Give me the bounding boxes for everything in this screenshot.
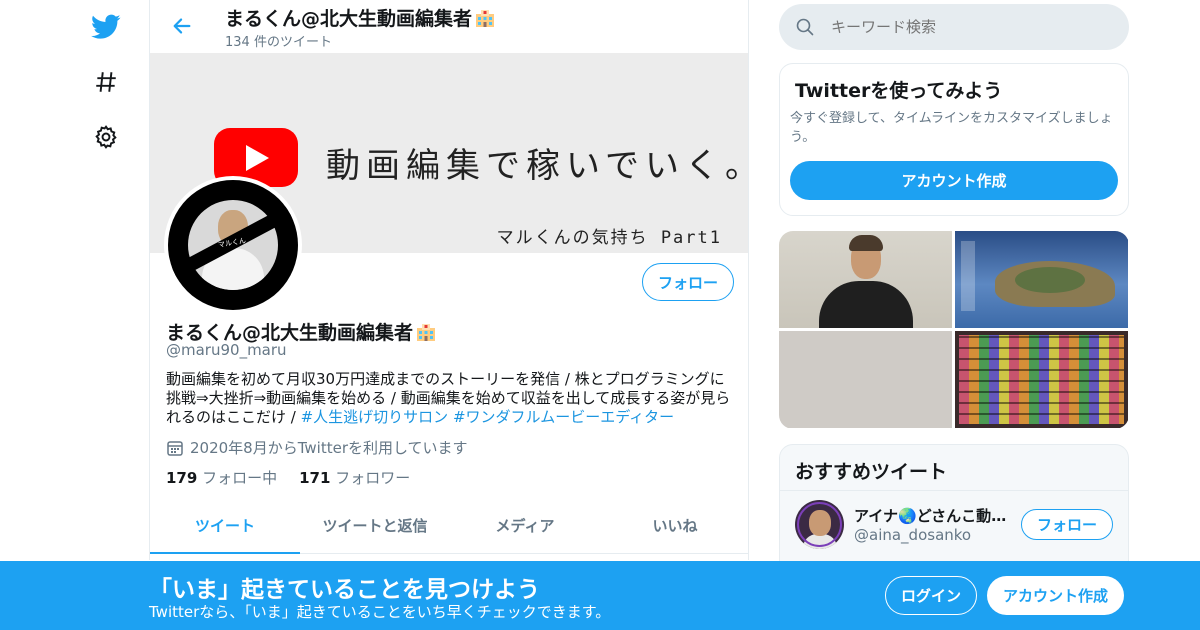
arrow-left-icon bbox=[173, 18, 191, 34]
gear-icon[interactable] bbox=[84, 115, 128, 159]
follow-counts: 179 フォロー中 171 フォロワー bbox=[166, 467, 410, 488]
recommended-title: おすすめツイート bbox=[795, 461, 948, 483]
search-bar bbox=[779, 4, 1129, 50]
media-thumbnail[interactable] bbox=[955, 231, 1128, 328]
search-icon bbox=[779, 18, 831, 36]
media-thumbnail[interactable] bbox=[955, 331, 1128, 428]
tab-likes[interactable]: いいね bbox=[600, 500, 748, 553]
follow-button[interactable]: フォロー bbox=[642, 263, 734, 301]
divider bbox=[780, 490, 1128, 491]
login-button[interactable]: ログイン bbox=[885, 576, 977, 615]
hashtag-link[interactable]: #人生逃げ切りサロン bbox=[301, 408, 449, 426]
left-nav bbox=[70, 0, 142, 560]
media-thumbnail[interactable] bbox=[779, 231, 952, 328]
signup-title: Twitterを使ってみよう bbox=[795, 80, 1003, 102]
hashtag-icon[interactable] bbox=[84, 60, 128, 104]
joined-date: 2020年8月からTwitterを利用しています bbox=[166, 437, 468, 458]
profile-handle: @maru90_maru bbox=[166, 341, 287, 359]
signup-description: 今すぐ登録して、タイムラインをカスタマイズしましょう。 bbox=[790, 111, 1113, 145]
school-emoji-icon bbox=[415, 321, 437, 343]
recommended-follow-button[interactable]: フォロー bbox=[1021, 509, 1113, 540]
header-title: まるくん@北大生動画編集者 bbox=[225, 4, 496, 31]
tab-tweets-and-replies[interactable]: ツイートと返信 bbox=[300, 500, 450, 553]
back-button[interactable] bbox=[166, 10, 198, 42]
banner-sub-text: マルくんの気持ち Part1 bbox=[496, 228, 722, 248]
following-link[interactable]: 179 フォロー中 bbox=[166, 467, 277, 488]
banner-main-text: 動画編集で稼いでいく。 bbox=[326, 146, 749, 186]
create-account-button[interactable]: アカウント作成 bbox=[790, 161, 1118, 200]
tweet-count: 134 件のツイート bbox=[225, 35, 332, 50]
page: まるくん@北大生動画編集者 134 件のツイート 動画編集で稼いでいく。 マルく… bbox=[0, 0, 1200, 630]
profile-header: まるくん@北大生動画編集者 134 件のツイート bbox=[150, 0, 748, 53]
recommended-card: おすすめツイート アイナ🌏どさんこ動画クリエイター @aina_dosanko … bbox=[779, 444, 1129, 574]
signup-card: Twitterを使ってみよう 今すぐ登録して、タイムラインをカスタマイズしましょ… bbox=[779, 63, 1129, 216]
profile-column: まるくん@北大生動画編集者 134 件のツイート 動画編集で稼いでいく。 マルく… bbox=[149, 0, 749, 560]
media-grid bbox=[779, 231, 1129, 429]
hashtag-link[interactable]: #ワンダフルムービーエディター bbox=[453, 408, 674, 426]
profile-bio: 動画編集を初めて月収30万円達成までのストーリーを発信 / 株とプログラミングに… bbox=[166, 370, 731, 426]
bottom-signup-bar: 「いま」起きていることを見つけよう Twitterなら、「いま」起きていることを… bbox=[0, 561, 1200, 630]
media-thumbnail[interactable] bbox=[779, 331, 952, 428]
followers-link[interactable]: 171 フォロワー bbox=[299, 467, 410, 488]
tab-media[interactable]: メディア bbox=[450, 500, 600, 553]
recommended-user-handle: @aina_dosanko bbox=[854, 526, 972, 544]
recommended-user-name[interactable]: アイナ🌏どさんこ動画クリエイター bbox=[854, 505, 1014, 526]
profile-avatar[interactable]: マルくん bbox=[164, 176, 302, 314]
tab-tweets[interactable]: ツイート bbox=[150, 500, 300, 554]
profile-tabs: ツイート ツイートと返信 メディア いいね bbox=[150, 500, 748, 554]
bottom-create-account-button[interactable]: アカウント作成 bbox=[987, 576, 1124, 615]
search-input[interactable] bbox=[831, 18, 1111, 36]
avatar[interactable] bbox=[795, 500, 844, 549]
school-emoji-icon bbox=[474, 7, 496, 29]
bottom-bar-title: 「いま」起きていることを見つけよう bbox=[149, 577, 540, 603]
bottom-bar-subtitle: Twitterなら、「いま」起きていることをいち早くチェックできます。 bbox=[149, 603, 611, 621]
twitter-logo-icon[interactable] bbox=[84, 5, 128, 49]
calendar-icon bbox=[167, 440, 183, 456]
